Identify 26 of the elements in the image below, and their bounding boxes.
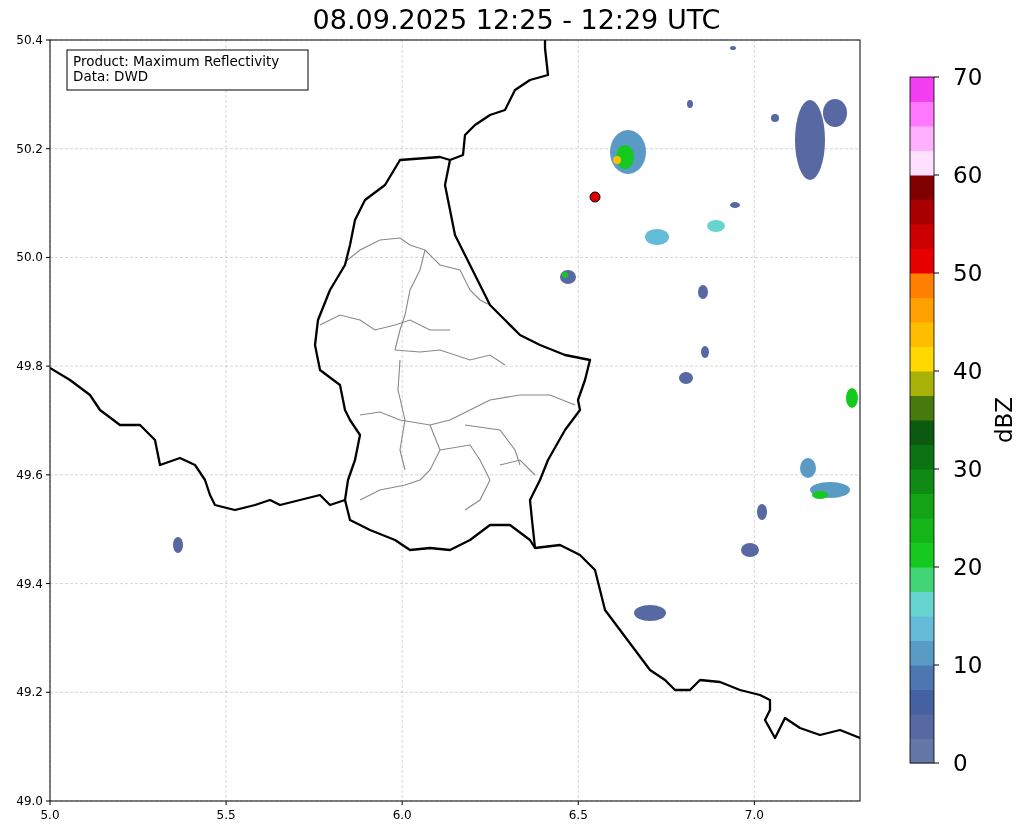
- y-tick-label: 50.2: [16, 141, 43, 156]
- colorbar-tick-label: 0: [953, 750, 968, 776]
- y-tick-label: 49.6: [16, 467, 43, 482]
- colorbar-tick-label: 20: [953, 554, 983, 580]
- y-tick-label: 49.8: [16, 359, 43, 374]
- colorbar-tick-label: 10: [953, 652, 983, 678]
- colorbar-tick-label: 70: [953, 64, 983, 90]
- colorbar-label: dBZ: [991, 396, 1017, 444]
- chart-title: 08.09.2025 12:25 - 12:29 UTC: [311, 3, 721, 35]
- x-tick-label: 6.0: [392, 808, 412, 822]
- x-tick-label: 5.0: [40, 808, 60, 822]
- colorbar-tick-label: 40: [953, 358, 983, 384]
- y-tick-label: 49.0: [16, 794, 43, 808]
- x-tick-label: 5.5: [216, 808, 236, 822]
- y-tick-label: 50.4: [16, 34, 43, 47]
- colorbar-tick-label: 50: [953, 260, 983, 286]
- y-tick-label: 49.2: [16, 685, 43, 700]
- annotation-text: Data: DWD: [73, 68, 149, 84]
- colorbar-tick-label: 30: [953, 456, 983, 482]
- colorbar-tick-label: 60: [953, 162, 983, 188]
- y-tick-label: 49.4: [16, 576, 43, 591]
- y-tick-label: 50.0: [16, 250, 43, 265]
- x-tick-label: 6.5: [568, 808, 588, 822]
- location-marker: [589, 191, 601, 203]
- x-tick-label: 7.0: [744, 808, 764, 822]
- annotation-text: Product: Maximum Reflectivity: [73, 53, 280, 69]
